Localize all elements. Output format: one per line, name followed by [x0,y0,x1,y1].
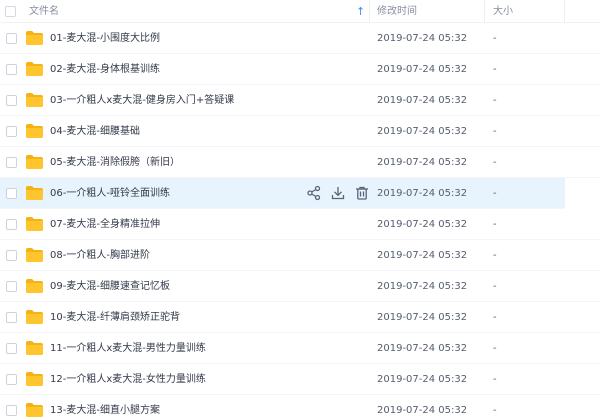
file-modified-time: 2019-07-24 05:32 [377,405,468,416]
row-checkbox[interactable] [6,219,17,230]
file-modified-time: 2019-07-24 05:32 [377,188,468,199]
folder-icon [26,341,43,355]
file-name[interactable]: 01-麦大混-小围度大比例 [50,23,160,54]
row-checkbox[interactable] [6,126,17,137]
file-size: - [493,188,497,199]
file-name[interactable]: 06-一介粗人-哑铃全面训练 [50,178,170,209]
file-row[interactable]: 12-一介粗人x麦大混-女性力量训练 2019-07-24 05:32 - [0,364,600,395]
row-checkbox[interactable] [6,95,17,106]
arrow-up-icon[interactable]: ↑ [356,0,365,23]
row-checkbox[interactable] [6,374,17,385]
row-checkbox[interactable] [6,64,17,75]
file-modified-time: 2019-07-24 05:32 [377,157,468,168]
file-row[interactable]: 02-麦大混-身体根基训练 2019-07-24 05:32 - [0,54,600,85]
folder-icon [26,62,43,76]
folder-icon [26,248,43,262]
file-modified-time: 2019-07-24 05:32 [377,281,468,292]
folder-icon [26,372,43,386]
file-modified-time: 2019-07-24 05:32 [377,64,468,75]
file-modified-time: 2019-07-24 05:32 [377,250,468,261]
row-checkbox[interactable] [6,157,17,168]
folder-icon [26,93,43,107]
row-checkbox[interactable] [6,312,17,323]
file-name[interactable]: 11-一介粗人x麦大混-男性力量训练 [50,333,206,364]
row-checkbox[interactable] [6,281,17,292]
file-size: - [493,95,497,106]
row-checkbox[interactable] [6,33,17,44]
file-list-header: 文件名 ↑ 修改时间 大小 [0,0,600,23]
file-size: - [493,312,497,323]
file-size: - [493,405,497,416]
folder-icon [26,31,43,45]
file-size: - [493,281,497,292]
row-checkbox[interactable] [6,188,17,199]
folder-icon [26,310,43,324]
file-row[interactable]: 11-一介粗人x麦大混-男性力量训练 2019-07-24 05:32 - [0,333,600,364]
file-size: - [493,374,497,385]
column-header-name[interactable]: 文件名 [29,0,59,23]
file-name[interactable]: 12-一介粗人x麦大混-女性力量训练 [50,364,206,395]
folder-icon [26,217,43,231]
file-name[interactable]: 13-麦大混-细直小腿方案 [50,395,160,420]
file-modified-time: 2019-07-24 05:32 [377,343,468,354]
file-size: - [493,126,497,137]
row-checkbox[interactable] [6,405,17,416]
column-header-size[interactable]: 大小 [493,0,513,23]
file-row[interactable]: 08-一介粗人-胸部进阶 2019-07-24 05:32 - [0,240,600,271]
file-size: - [493,64,497,75]
file-name[interactable]: 10-麦大混-纤薄肩颈矫正驼背 [50,302,180,333]
share-icon[interactable] [306,185,322,201]
column-header-modified[interactable]: 修改时间 [377,0,417,23]
file-name[interactable]: 02-麦大混-身体根基训练 [50,54,160,85]
file-row[interactable]: 05-麦大混-消除假胯（新旧） 2019-07-24 05:32 - [0,147,600,178]
download-icon[interactable] [330,185,346,201]
folder-icon [26,403,43,417]
file-size: - [493,343,497,354]
row-checkbox[interactable] [6,250,17,261]
folder-icon [26,155,43,169]
column-divider[interactable] [484,0,485,23]
file-row[interactable]: 01-麦大混-小围度大比例 2019-07-24 05:32 - [0,23,600,54]
folder-icon [26,186,43,200]
file-modified-time: 2019-07-24 05:32 [377,126,468,137]
file-name[interactable]: 05-麦大混-消除假胯（新旧） [50,147,180,178]
file-row[interactable]: 07-麦大混-全身精准拉伸 2019-07-24 05:32 - [0,209,600,240]
file-modified-time: 2019-07-24 05:32 [377,374,468,385]
file-row[interactable]: 13-麦大混-细直小腿方案 2019-07-24 05:32 - [0,395,600,420]
file-name[interactable]: 04-麦大混-细腰基础 [50,116,140,147]
file-row[interactable]: 04-麦大混-细腰基础 2019-07-24 05:32 - [0,116,600,147]
column-divider[interactable] [564,0,565,23]
delete-icon[interactable] [354,185,370,201]
column-divider[interactable] [369,0,370,23]
file-modified-time: 2019-07-24 05:32 [377,95,468,106]
file-modified-time: 2019-07-24 05:32 [377,312,468,323]
file-row[interactable]: 06-一介粗人-哑铃全面训练 2019-07-24 05:32 - [0,178,600,209]
file-size: - [493,33,497,44]
file-name[interactable]: 07-麦大混-全身精准拉伸 [50,209,160,240]
file-size: - [493,157,497,168]
file-name[interactable]: 08-一介粗人-胸部进阶 [50,240,150,271]
file-size: - [493,219,497,230]
folder-icon [26,124,43,138]
file-list: 01-麦大混-小围度大比例 2019-07-24 05:32-02-麦大混-身体根… [0,23,600,420]
file-name[interactable]: 03-一介粗人x麦大混-健身房入门+答疑课 [50,85,234,116]
file-size: - [493,250,497,261]
file-name[interactable]: 09-麦大混-细腰速查记忆板 [50,271,170,302]
file-row[interactable]: 09-麦大混-细腰速查记忆板 2019-07-24 05:32 - [0,271,600,302]
file-row[interactable]: 10-麦大混-纤薄肩颈矫正驼背 2019-07-24 05:32 - [0,302,600,333]
file-row[interactable]: 03-一介粗人x麦大混-健身房入门+答疑课 2019-07-24 05:32 - [0,85,600,116]
file-modified-time: 2019-07-24 05:32 [377,33,468,44]
row-checkbox[interactable] [6,343,17,354]
file-modified-time: 2019-07-24 05:32 [377,219,468,230]
folder-icon [26,279,43,293]
select-all-checkbox[interactable] [5,6,16,17]
row-actions [306,185,370,202]
